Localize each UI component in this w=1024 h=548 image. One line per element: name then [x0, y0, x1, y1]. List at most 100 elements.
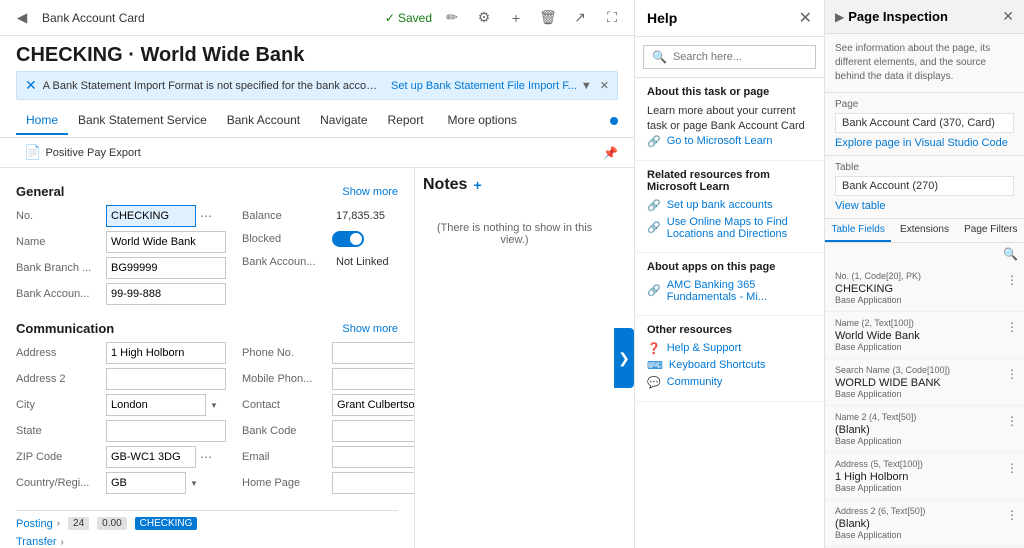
view-table-link[interactable]: View table [835, 200, 1014, 212]
address2-input[interactable] [106, 368, 226, 390]
page-label: Page [835, 99, 1014, 110]
field-label: Address 2 (6, Text[50]) [835, 506, 1014, 516]
back-button[interactable]: ◀ [10, 6, 34, 30]
balance-value: 17,835.35 [332, 205, 389, 227]
help-amc-link[interactable]: 🔗 AMC Banking 365 Fundamentals - Mi... [647, 279, 812, 303]
table-value: Bank Account (270) [835, 176, 1014, 196]
tab-bank-statement-service[interactable]: Bank Statement Service [68, 107, 217, 135]
nav-tabs: Home Bank Statement Service Bank Account… [0, 104, 634, 138]
field-menu-icon[interactable]: ⋮ [1006, 273, 1018, 287]
phone-input[interactable] [332, 342, 414, 364]
support-icon: ❓ [647, 342, 661, 355]
notes-empty-text: (There is nothing to show in this view.) [423, 202, 606, 266]
city-input[interactable] [106, 394, 206, 416]
pin-icon[interactable]: 📌 [603, 146, 618, 160]
address-input[interactable] [106, 342, 226, 364]
help-community-link[interactable]: 💬 Community [647, 376, 812, 389]
bank-code-label: Bank Code [242, 425, 332, 437]
add-button[interactable]: + [504, 6, 528, 30]
no-menu-icon[interactable]: ⋯ [198, 207, 214, 225]
settings-button[interactable]: ⚙ [472, 6, 496, 30]
page-value: Bank Account Card (370, Card) [835, 113, 1014, 133]
help-shortcuts-link[interactable]: ⌨ Keyboard Shortcuts [647, 359, 812, 372]
alert-close-icon[interactable]: ✕ [600, 79, 609, 92]
field-city: City ▼ [16, 394, 226, 416]
communication-show-more[interactable]: Show more [342, 323, 398, 335]
name-input[interactable] [106, 231, 226, 253]
transfer-section[interactable]: Transfer › [16, 536, 398, 548]
field-menu-icon[interactable]: ⋮ [1006, 320, 1018, 334]
blocked-label: Blocked [242, 233, 332, 245]
check-icon: ✓ [385, 11, 395, 25]
saved-status: ✓ Saved [385, 11, 432, 25]
share-button[interactable]: ↗ [568, 6, 592, 30]
field-menu-icon[interactable]: ⋮ [1006, 508, 1018, 522]
field-bank-account: Bank Accoun... [16, 283, 226, 305]
tab-more-options[interactable]: More options [438, 107, 527, 135]
tab-navigate[interactable]: Navigate [310, 107, 377, 135]
inspection-desc: See information about the page, its diff… [825, 34, 1024, 93]
alert-dropdown-icon[interactable]: ▼ [581, 80, 592, 92]
posting-section[interactable]: Posting › 24 0.00 CHECKING [16, 517, 398, 530]
posting-badge1: 24 [68, 517, 89, 530]
tab-report[interactable]: Report [378, 107, 434, 135]
delete-button[interactable]: 🗑 [536, 6, 560, 30]
state-input[interactable] [106, 420, 226, 442]
posting-chevron: › [57, 518, 60, 529]
tab-table-fields[interactable]: Table Fields [825, 219, 891, 242]
country-dropdown-icon[interactable]: ▼ [190, 479, 198, 488]
field-homepage: Home Page [242, 472, 414, 494]
blocked-toggle[interactable] [332, 231, 364, 247]
help-learn-link[interactable]: 🔗 Go to Microsoft Learn [647, 135, 812, 148]
chevron-icon: ❯ [618, 350, 630, 367]
help-bank-link[interactable]: 🔗 Set up bank accounts [647, 199, 812, 212]
email-input[interactable] [332, 446, 414, 468]
inspection-close-button[interactable]: ✕ [1002, 8, 1014, 25]
alert-link[interactable]: Set up Bank Statement File Import F... [391, 80, 577, 92]
field-no: No. ⋯ [16, 205, 226, 227]
help-related-section: Related resources from Microsoft Learn 🔗… [635, 161, 824, 253]
mobile-input[interactable] [332, 368, 414, 390]
field-menu-icon[interactable]: ⋮ [1006, 461, 1018, 475]
address2-label: Address 2 [16, 373, 106, 385]
bank-account-label: Bank Accoun... [16, 288, 106, 300]
expand-button[interactable]: ⛶ [600, 6, 624, 30]
help-other-section: Other resources ❓ Help & Support ⌨ Keybo… [635, 316, 824, 402]
help-other-title: Other resources [647, 324, 812, 336]
edit-button[interactable]: ✏ [440, 6, 464, 30]
general-title: General [16, 184, 64, 199]
bank-code-input[interactable] [332, 420, 414, 442]
inspection-panel: ▶ Page Inspection ✕ See information abou… [824, 0, 1024, 548]
homepage-input[interactable] [332, 472, 414, 494]
contact-input[interactable] [332, 394, 414, 416]
positive-pay-button[interactable]: 📄 Positive Pay Export [16, 141, 149, 164]
no-label: No. [16, 210, 106, 222]
general-show-more[interactable]: Show more [342, 186, 398, 198]
bank-branch-input[interactable] [106, 257, 226, 279]
help-search-input[interactable] [673, 51, 807, 63]
field-menu-icon[interactable]: ⋮ [1006, 367, 1018, 381]
inspection-search-icon[interactable]: 🔍 [1003, 247, 1018, 261]
zip-input[interactable] [106, 446, 196, 468]
field-menu-icon[interactable]: ⋮ [1006, 414, 1018, 428]
expand-panel-button[interactable]: ❯ [614, 328, 634, 388]
notes-add-button[interactable]: + [473, 177, 481, 193]
field-address: Address [16, 342, 226, 364]
help-close-button[interactable]: ✕ [799, 8, 812, 28]
bank-account-input[interactable] [106, 283, 226, 305]
zip-menu-icon[interactable]: ⋯ [198, 448, 214, 466]
tab-extensions[interactable]: Extensions [891, 219, 957, 242]
tab-home[interactable]: Home [16, 107, 68, 135]
help-maps-link[interactable]: 🔗 Use Online Maps to Find Locations and … [647, 216, 812, 240]
explore-link[interactable]: Explore page in Visual Studio Code [835, 137, 1014, 149]
help-title: Help [647, 10, 677, 26]
country-input[interactable] [106, 472, 186, 494]
field-source: Base Application [835, 295, 1014, 305]
city-dropdown-icon[interactable]: ▼ [210, 401, 218, 410]
expand-icon[interactable]: ▶ [835, 10, 844, 24]
tab-page-filters[interactable]: Page Filters [958, 219, 1024, 242]
no-input[interactable] [106, 205, 196, 227]
help-support-link[interactable]: ❓ Help & Support [647, 342, 812, 355]
tab-bank-account[interactable]: Bank Account [217, 107, 310, 135]
community-icon: 💬 [647, 376, 661, 389]
